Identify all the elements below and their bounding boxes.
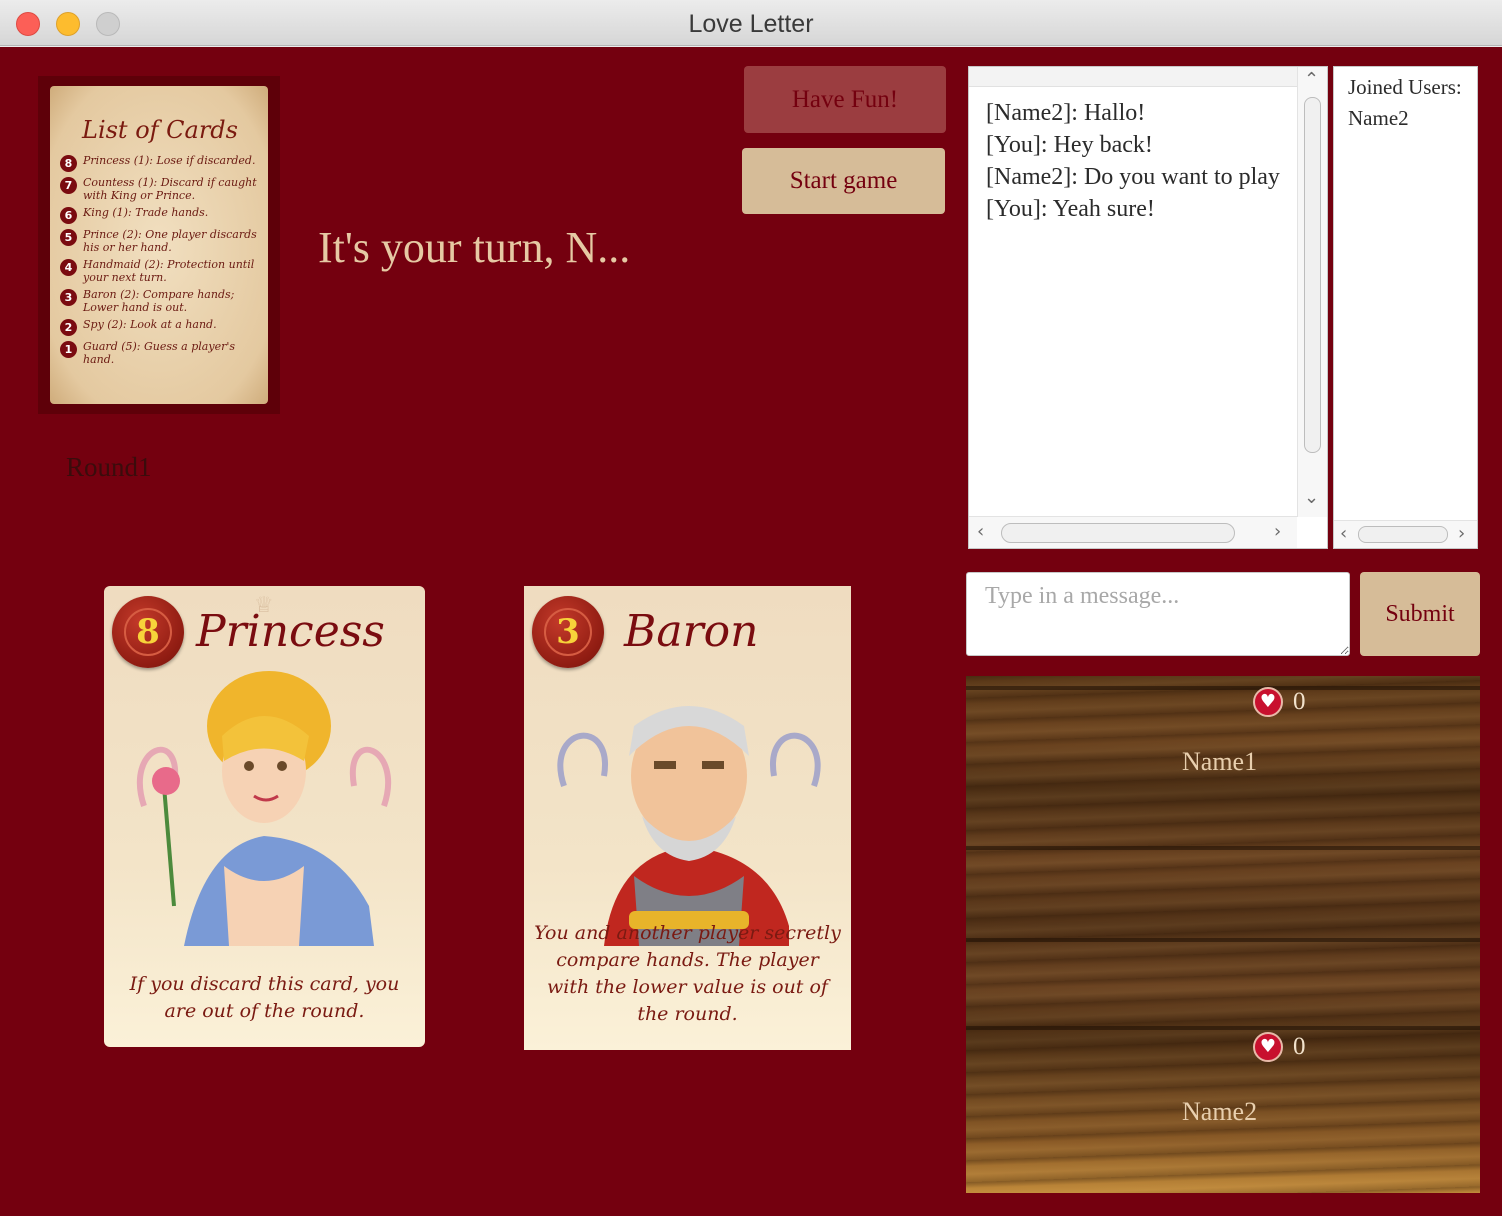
player-name[interactable]: Name1 <box>1182 747 1257 777</box>
chat-messages: [Name2]: Hallo! [You]: Hey back! [Name2]… <box>986 97 1296 225</box>
player-name[interactable]: Name2 <box>1182 1097 1257 1127</box>
player-board: ♥ 0 Name1 ♥ 0 Name2 <box>966 676 1480 1193</box>
card-name: Baron <box>624 606 759 657</box>
player-score: 0 <box>1293 688 1306 715</box>
card-value: 3 <box>544 608 592 656</box>
card-value-seal: 8 <box>112 596 184 668</box>
have-fun-button[interactable]: Have Fun! <box>744 66 946 133</box>
scroll-right-icon[interactable]: › <box>1458 525 1465 543</box>
chat-message: [Name2]: Do you want to play <box>986 164 1280 190</box>
chat-message: [Name2]: Hallo! <box>986 100 1146 126</box>
chat-vertical-scroll-thumb[interactable] <box>1304 97 1321 453</box>
card-description: You and another player secretly compare … <box>534 922 841 1025</box>
heart-icon: ♥ <box>1253 687 1283 717</box>
plank-seam <box>966 1026 1480 1030</box>
reference-row: 7 Countess (1): Discard if caught with K… <box>60 176 260 202</box>
chat-vertical-scrollbar[interactable]: ⌃ ⌄ <box>1297 67 1327 517</box>
reference-number: 4 <box>60 259 77 276</box>
hand-card-baron[interactable]: 3 Baron You and another player secretly … <box>524 586 851 1050</box>
reference-text: Guard (5): Guess a player's hand. <box>83 340 236 366</box>
title-bar: Love Letter <box>0 0 1502 46</box>
heart-icon: ♥ <box>1253 1032 1283 1062</box>
reference-row: 4 Handmaid (2): Protection until your ne… <box>60 258 260 284</box>
joined-users-title: Joined Users: <box>1348 75 1462 99</box>
card-reference-list: List of Cards 8 Princess (1): Lose if di… <box>38 76 280 414</box>
chat-message: [You]: Yeah sure! <box>986 196 1155 222</box>
reference-title: List of Cards <box>82 116 238 144</box>
plank-seam <box>966 686 1480 690</box>
reference-parchment: List of Cards 8 Princess (1): Lose if di… <box>50 86 268 404</box>
card-value-seal: 3 <box>532 596 604 668</box>
baron-portrait-icon <box>557 706 821 946</box>
message-input[interactable] <box>966 572 1350 656</box>
reference-number: 3 <box>60 289 77 306</box>
reference-row: 5 Prince (2): One player discards his or… <box>60 228 260 254</box>
reference-number: 5 <box>60 229 77 246</box>
submit-button[interactable]: Submit <box>1360 572 1480 656</box>
hand-card-princess[interactable]: ♕ 8 Princess If you discard this card, y… <box>104 586 425 1047</box>
chat-horizontal-scrollbar[interactable]: ‹ › <box>969 516 1297 548</box>
reference-row: 2 Spy (2): Look at a hand. <box>60 318 260 336</box>
card-name: Princess <box>196 606 385 657</box>
reference-text: Princess (1): Lose if discarded. <box>83 154 256 167</box>
joined-user-item: Name2 <box>1348 106 1409 130</box>
reference-text: King (1): Trade hands. <box>83 206 209 219</box>
reference-text: Prince (2): One player discards his or h… <box>83 228 257 254</box>
window-title: Love Letter <box>688 10 814 38</box>
chat-log[interactable]: [Name2]: Hallo! [You]: Hey back! [Name2]… <box>968 66 1328 549</box>
chat-message: [You]: Hey back! <box>986 132 1153 158</box>
scroll-down-icon[interactable]: ⌄ <box>1304 489 1319 507</box>
reference-text: Baron (2): Compare hands; Lower hand is … <box>83 288 235 314</box>
reference-text: Countess (1): Discard if caught with Kin… <box>83 176 257 202</box>
reference-row: 6 King (1): Trade hands. <box>60 206 260 224</box>
plank-seam <box>966 938 1480 942</box>
reference-text: Handmaid (2): Protection until your next… <box>83 258 255 284</box>
reference-row: 3 Baron (2): Compare hands; Lower hand i… <box>60 288 260 314</box>
card-description: If you discard this card, you are out of… <box>129 973 400 1022</box>
reference-number: 8 <box>60 155 77 172</box>
scroll-right-icon[interactable]: › <box>1274 523 1281 541</box>
reference-row: 1 Guard (5): Guess a player's hand. <box>60 340 260 366</box>
users-horizontal-scroll-thumb[interactable] <box>1358 526 1448 543</box>
scroll-up-icon[interactable]: ⌃ <box>1304 71 1319 89</box>
reference-number: 6 <box>60 207 77 224</box>
chat-horizontal-scroll-thumb[interactable] <box>1001 523 1235 543</box>
reference-row: 8 Princess (1): Lose if discarded. <box>60 154 260 172</box>
scroll-left-icon[interactable]: ‹ <box>1340 525 1347 543</box>
plank-seam <box>966 846 1480 850</box>
reference-number: 1 <box>60 341 77 358</box>
game-area: List of Cards 8 Princess (1): Lose if di… <box>0 47 1502 1216</box>
reference-text: Spy (2): Look at a hand. <box>83 318 217 331</box>
reference-number: 2 <box>60 319 77 336</box>
start-game-button[interactable]: Start game <box>742 148 945 214</box>
card-value: 8 <box>124 608 172 656</box>
scroll-left-icon[interactable]: ‹ <box>977 523 984 541</box>
round-label: Round1 <box>66 452 152 482</box>
joined-users-panel[interactable]: Joined Users: Name2 ‹ › <box>1333 66 1478 549</box>
chat-header-strip <box>969 67 1297 87</box>
reference-number: 7 <box>60 177 77 194</box>
princess-portrait-icon <box>136 671 392 946</box>
player-score: 0 <box>1293 1033 1306 1060</box>
turn-status: It's your turn, N... <box>318 223 631 272</box>
users-horizontal-scrollbar[interactable]: ‹ › <box>1334 520 1477 548</box>
